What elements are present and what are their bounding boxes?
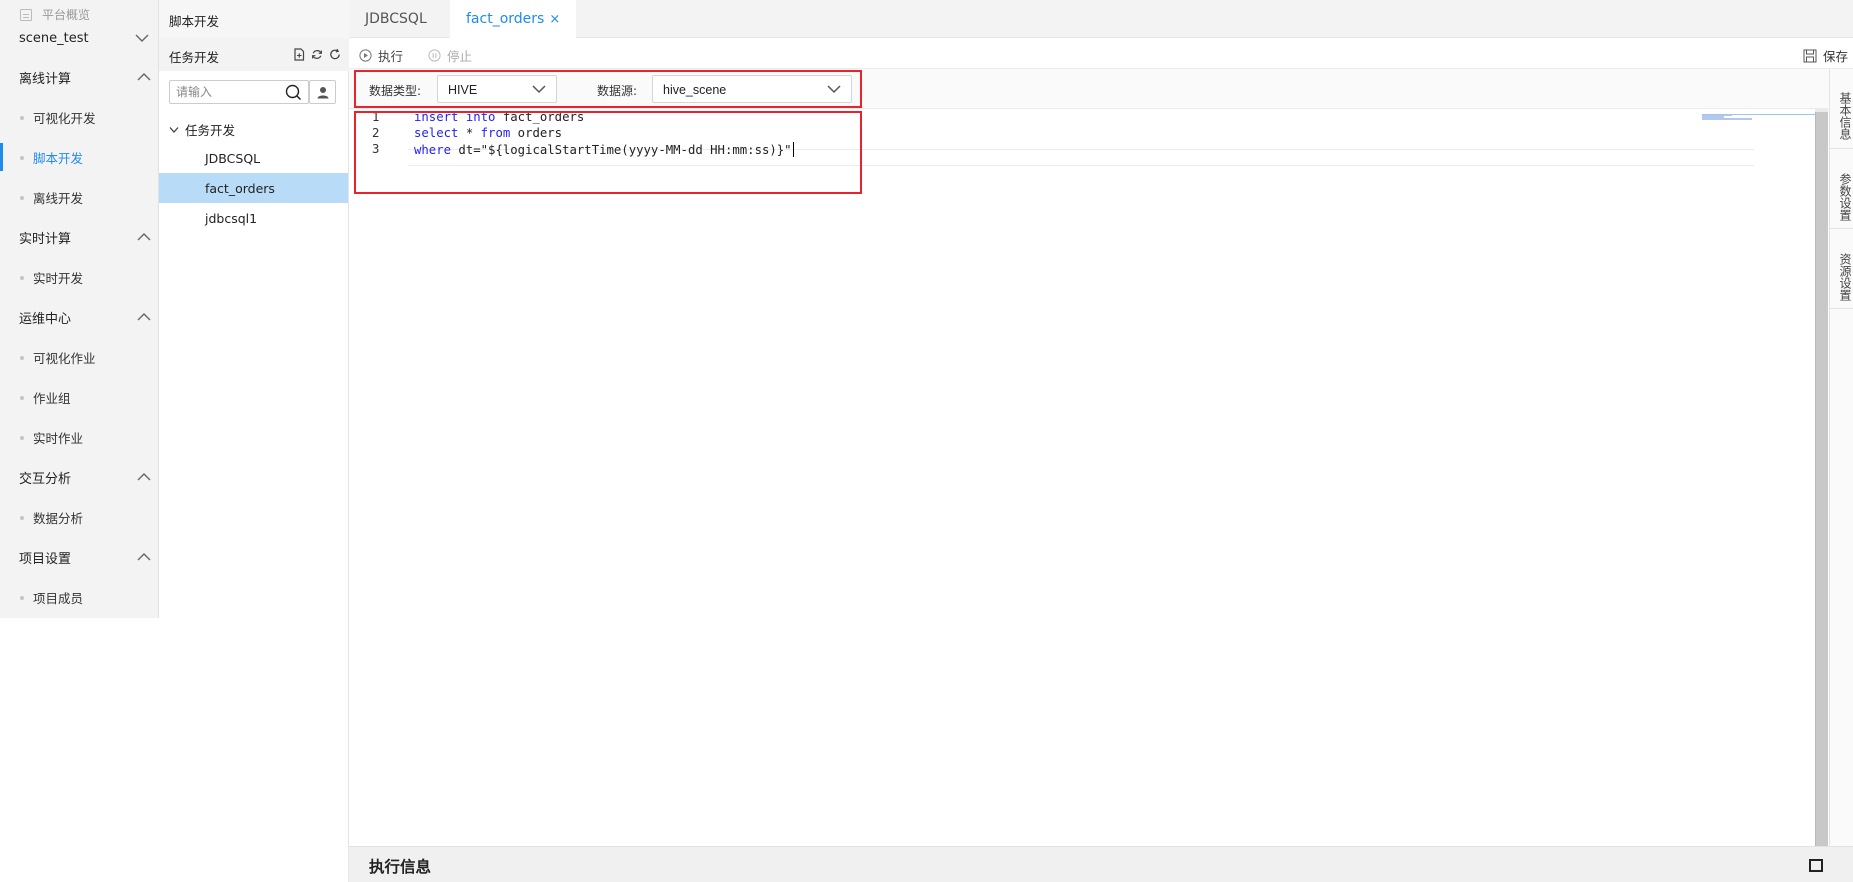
- chevron-up-icon: [137, 313, 151, 321]
- run-label: 执行: [378, 49, 404, 64]
- tree-section-header: 任务开发: [159, 38, 349, 71]
- chevron-down-icon: [135, 34, 149, 42]
- stop-label: 停止: [447, 49, 473, 64]
- chevron-up-icon: [137, 73, 151, 81]
- chevron-up-icon: [137, 473, 151, 481]
- tree-search-box: [169, 80, 309, 104]
- tab-resource-settings[interactable]: 资源设置: [1830, 229, 1853, 309]
- task-tree-panel: 脚本开发 任务开发 任务开发 JDBCSQL fact_orders jdbcs…: [159, 0, 349, 882]
- tree-folder[interactable]: 任务开发: [169, 120, 235, 139]
- save-label: 保存: [1822, 49, 1848, 64]
- tab-param-settings[interactable]: 参数设置: [1830, 149, 1853, 229]
- nav-group-label: 实时计算: [19, 232, 72, 247]
- nav-item-visual-dev[interactable]: 可视化开发: [19, 108, 154, 128]
- refresh-icon[interactable]: [329, 48, 341, 61]
- nav-group-label: 离线计算: [19, 72, 72, 87]
- nav-group-interactive[interactable]: 交互分析: [19, 468, 151, 488]
- tree-node-jdbcsql[interactable]: JDBCSQL: [159, 143, 348, 173]
- nav-item-realtime-jobs[interactable]: 实时作业: [19, 428, 154, 448]
- nav-group-label: 交互分析: [19, 472, 72, 487]
- play-icon: [359, 49, 372, 62]
- execution-info-title: 执行信息: [369, 858, 432, 876]
- tree-section-label: 任务开发: [169, 50, 220, 65]
- editor-toolbar: 执行 停止 保存: [349, 38, 1853, 69]
- tab-fact-orders[interactable]: fact_orders ×: [450, 0, 577, 38]
- active-indicator: [0, 143, 3, 171]
- nav-group-realtime[interactable]: 实时计算: [19, 228, 151, 248]
- nav-item-realtime-dev[interactable]: 实时开发: [19, 268, 154, 288]
- run-button[interactable]: 执行: [359, 46, 403, 65]
- tab-basic-info[interactable]: 基本信息: [1830, 69, 1853, 149]
- maximize-icon[interactable]: [1809, 859, 1823, 872]
- tab-jdbcsql[interactable]: JDBCSQL: [349, 0, 443, 38]
- nav-group-label: 项目设置: [19, 552, 72, 567]
- platform-overview-link[interactable]: 平台概览: [20, 6, 90, 23]
- nav-group-label: 运维中心: [19, 312, 72, 327]
- tree-node-jdbcsql1[interactable]: jdbcsql1: [159, 203, 348, 233]
- tree-panel-title: 脚本开发: [159, 0, 349, 38]
- editor-minimap[interactable]: [1702, 109, 1815, 120]
- pause-icon: [428, 49, 441, 62]
- nav-group-offline[interactable]: 离线计算: [19, 68, 151, 88]
- tree-node-fact-orders[interactable]: fact_orders: [159, 173, 348, 203]
- nav-item-script-dev[interactable]: 脚本开发: [19, 148, 154, 168]
- overview-icon: [20, 8, 32, 21]
- editor-tabs: JDBCSQL fact_orders ×: [349, 0, 1853, 38]
- nav-item-visual-jobs[interactable]: 可视化作业: [19, 348, 154, 368]
- search-icon[interactable]: [285, 84, 302, 101]
- user-filter-button[interactable]: [309, 80, 336, 104]
- sync-icon[interactable]: [311, 48, 323, 61]
- nav-item-offline-dev[interactable]: 离线开发: [19, 188, 154, 208]
- project-selector[interactable]: scene_test: [19, 31, 151, 49]
- vertical-scrollbar[interactable]: [1815, 112, 1828, 846]
- left-nav: 平台概览 scene_test 离线计算 可视化开发 脚本开发 离线开发 实时计…: [0, 0, 159, 618]
- project-name: scene_test: [19, 31, 89, 46]
- save-icon: [1803, 49, 1817, 62]
- sql-editor[interactable]: 1 insert into fact_orders 2 select * from o…: [349, 109, 1815, 846]
- save-button[interactable]: 保存: [1803, 46, 1848, 65]
- new-file-icon[interactable]: [293, 48, 305, 61]
- nav-group-project-settings[interactable]: 项目设置: [19, 548, 151, 568]
- tab-label: JDBCSQL: [365, 11, 427, 27]
- tree-folder-label: 任务开发: [185, 123, 236, 138]
- user-icon: [317, 87, 329, 99]
- nav-item-project-members[interactable]: 项目成员: [19, 588, 154, 608]
- tree-search-input[interactable]: [170, 81, 280, 103]
- execution-info-panel: 执行信息: [349, 846, 1853, 882]
- tab-label: fact_orders: [466, 11, 545, 27]
- highlight-box-code: [354, 111, 862, 194]
- platform-overview-label: 平台概览: [42, 8, 91, 22]
- right-settings-rail: 基本信息 参数设置 资源设置: [1829, 69, 1853, 846]
- chevron-up-icon: [137, 553, 151, 561]
- chevron-up-icon: [137, 233, 151, 241]
- highlight-box-config: [354, 70, 862, 108]
- nav-item-data-analysis[interactable]: 数据分析: [19, 508, 154, 528]
- close-icon[interactable]: ×: [549, 12, 560, 27]
- nav-group-ops[interactable]: 运维中心: [19, 308, 151, 328]
- chevron-down-icon: [169, 126, 179, 133]
- stop-button[interactable]: 停止: [428, 46, 472, 65]
- nav-item-job-group[interactable]: 作业组: [19, 388, 154, 408]
